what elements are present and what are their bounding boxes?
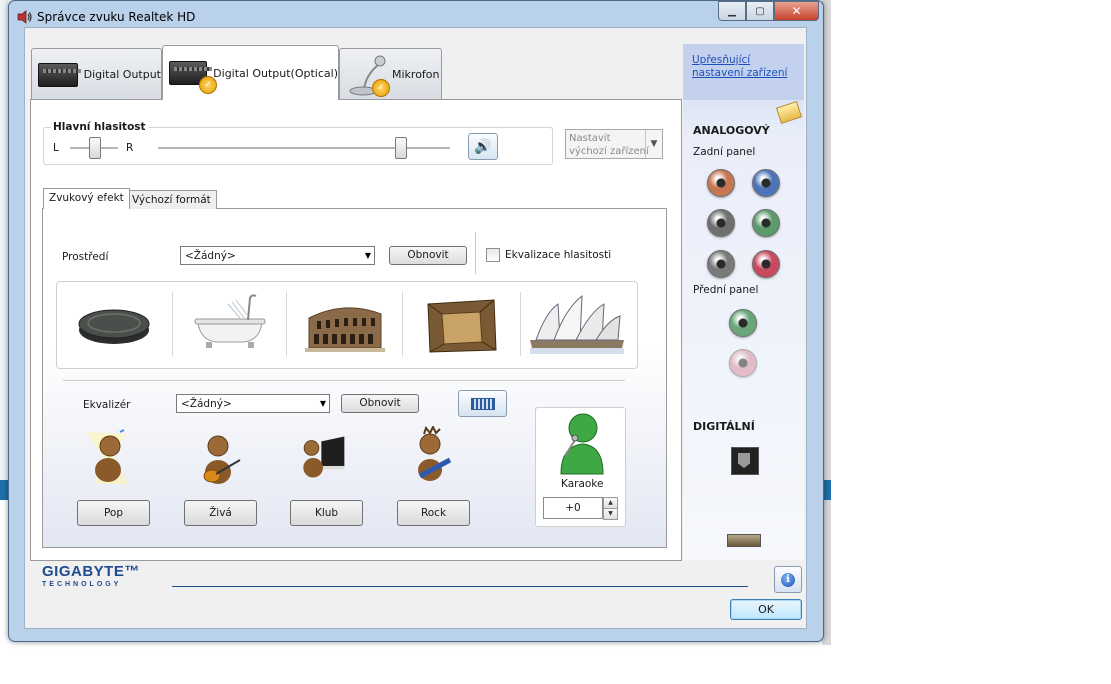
environment-label: Prostředí bbox=[62, 251, 109, 263]
info-button[interactable]: i bbox=[774, 566, 802, 593]
default-device-badge-icon: ✓ bbox=[199, 76, 217, 94]
tab-label: Digital Output(Optical) bbox=[213, 66, 338, 80]
stone-disc-icon[interactable] bbox=[76, 300, 152, 350]
gigabyte-logo-sub: TECHNOLOGY bbox=[42, 581, 122, 588]
balance-slider[interactable] bbox=[89, 137, 101, 159]
window-controls: ▁ ▢ ✕ bbox=[718, 1, 819, 21]
graphic-equalizer-button[interactable] bbox=[458, 390, 507, 417]
karaoke-pitch-input[interactable]: +0 bbox=[543, 497, 603, 519]
eq-preset-live-button[interactable]: Živá bbox=[184, 500, 257, 526]
digital-device-icon bbox=[38, 62, 81, 87]
rock-guitarist-icon bbox=[418, 426, 452, 481]
tab-digital-output[interactable]: Digital Output bbox=[31, 48, 162, 100]
spdif-optical-connector-icon[interactable] bbox=[731, 447, 759, 475]
background-app bbox=[0, 0, 8, 480]
loudness-checkbox[interactable] bbox=[486, 248, 500, 262]
chevron-down-icon: ▼ bbox=[319, 399, 326, 408]
colosseum-icon[interactable] bbox=[305, 296, 385, 354]
chevron-down-icon: ▼ bbox=[645, 130, 662, 158]
balance-right-label: R bbox=[126, 142, 134, 154]
close-button[interactable]: ✕ bbox=[774, 1, 819, 21]
maximize-button[interactable]: ▢ bbox=[746, 1, 774, 21]
default-device-badge-icon: ✓ bbox=[372, 79, 390, 97]
jack-gray[interactable] bbox=[707, 209, 735, 237]
digital-heading: DIGITÁLNÍ bbox=[693, 420, 755, 433]
front-jack-green[interactable] bbox=[729, 309, 757, 337]
environment-select[interactable]: <Žádný> ▼ bbox=[180, 246, 375, 265]
front-panel-label: Přední panel bbox=[693, 284, 759, 296]
stone-room-icon[interactable] bbox=[424, 296, 498, 356]
equalizer-select-value: <Žádný> bbox=[181, 398, 232, 410]
jack-gray-2[interactable] bbox=[707, 250, 735, 278]
jack-orange[interactable] bbox=[707, 169, 735, 197]
jack-pink[interactable] bbox=[752, 250, 780, 278]
analog-heading: ANALOGOVÝ bbox=[693, 124, 770, 137]
tab-default-format[interactable]: Výchozí formát bbox=[126, 190, 217, 209]
balance-left-label: L bbox=[53, 142, 59, 154]
eq-preset-rock-button[interactable]: Rock bbox=[397, 500, 470, 526]
equalizer-reset-button[interactable]: Obnovit bbox=[341, 394, 419, 413]
live-guitarist-icon bbox=[203, 435, 241, 484]
hdmi-connector-icon[interactable] bbox=[727, 534, 761, 547]
footer-line bbox=[172, 586, 748, 587]
separator bbox=[520, 292, 521, 356]
advanced-device-settings-link[interactable]: Upřesňující nastavení zařízení bbox=[692, 54, 792, 80]
karaoke-singer-icon bbox=[560, 413, 604, 475]
bathtub-icon[interactable] bbox=[192, 292, 268, 354]
equalizer-label: Ekvalizér bbox=[83, 399, 131, 411]
separator bbox=[475, 232, 476, 274]
tab-label: Mikrofon bbox=[392, 68, 440, 81]
master-volume-title: Hlavní hlasitost bbox=[51, 121, 148, 133]
window-title: Správce zvuku Realtek HD bbox=[37, 10, 196, 24]
pop-singer-icon bbox=[86, 429, 128, 484]
info-icon: i bbox=[781, 572, 795, 587]
club-pianist-icon bbox=[303, 436, 345, 478]
equalizer-select[interactable]: <Žádný> ▼ bbox=[176, 394, 330, 413]
volume-slider[interactable] bbox=[395, 137, 407, 159]
set-default-device-dropdown: Nastavit výchozí zařízení ▼ bbox=[565, 129, 663, 159]
opera-house-icon[interactable] bbox=[524, 290, 630, 358]
eq-preset-pop-button[interactable]: Pop bbox=[77, 500, 150, 526]
speaker-volume-icon: 🔊 bbox=[474, 138, 492, 155]
spin-down-button[interactable]: ▼ bbox=[603, 508, 618, 520]
ok-button[interactable]: OK bbox=[730, 599, 802, 620]
environment-reset-button[interactable]: Obnovit bbox=[389, 246, 467, 265]
eq-preset-club-button[interactable]: Klub bbox=[290, 500, 363, 526]
environment-select-value: <Žádný> bbox=[185, 250, 236, 262]
loudness-label: Ekvalizace hlasitosti bbox=[505, 249, 612, 261]
rear-panel-label: Zadní panel bbox=[693, 146, 756, 158]
tab-mikrofon[interactable]: ✓ Mikrofon bbox=[339, 48, 442, 100]
separator bbox=[286, 292, 287, 356]
minimize-button[interactable]: ▁ bbox=[718, 1, 746, 21]
chevron-down-icon: ▼ bbox=[364, 251, 371, 260]
section-divider bbox=[63, 380, 625, 382]
jack-green[interactable] bbox=[752, 209, 780, 237]
tab-label: Digital Output bbox=[83, 68, 161, 81]
mute-button[interactable]: 🔊 bbox=[468, 133, 498, 160]
speaker-icon bbox=[17, 10, 32, 24]
gigabyte-logo: GIGABYTE™ bbox=[42, 563, 140, 580]
tab-sound-effect[interactable]: Zvukový efekt bbox=[43, 188, 130, 209]
front-jack-pink[interactable] bbox=[729, 349, 757, 377]
background-app-bar bbox=[0, 480, 8, 500]
separator bbox=[402, 292, 403, 356]
separator bbox=[172, 292, 173, 356]
tab-digital-output-optical[interactable]: ✓ Digital Output(Optical) bbox=[162, 45, 339, 100]
karaoke-label: Karaoke bbox=[561, 478, 604, 490]
jack-blue[interactable] bbox=[752, 169, 780, 197]
